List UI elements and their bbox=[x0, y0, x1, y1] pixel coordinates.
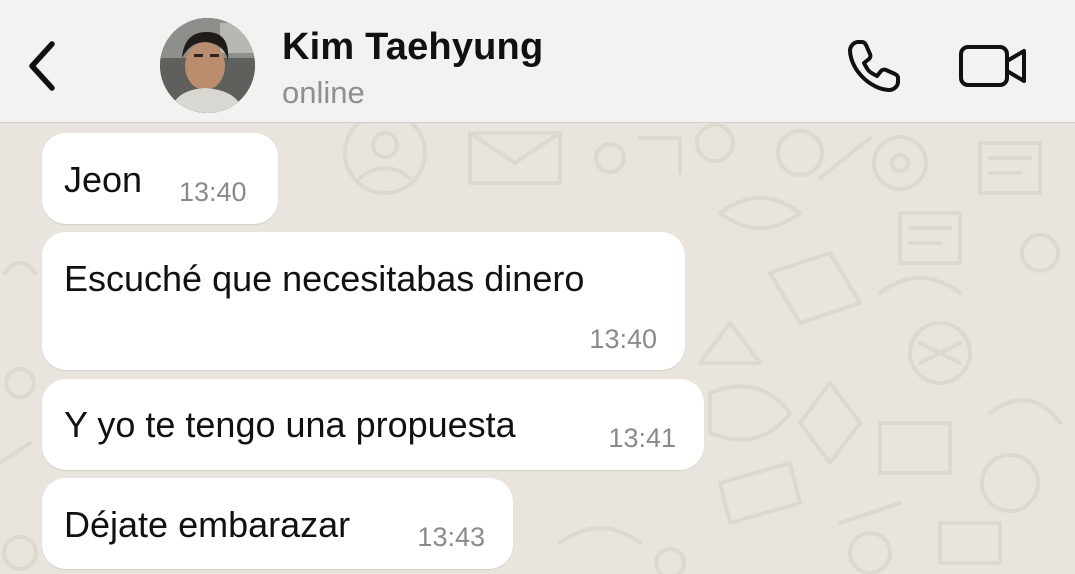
message-time: 13:43 bbox=[417, 522, 485, 552]
message-text: Jeon bbox=[64, 159, 143, 200]
message-bubble[interactable]: Escuché que necesitabas dinero 13:40 bbox=[42, 232, 685, 370]
phone-icon bbox=[848, 40, 900, 92]
message-time: 13:40 bbox=[179, 177, 247, 207]
message-bubble[interactable]: Y yo te tengo una propuesta 13:41 bbox=[42, 379, 704, 470]
chat-header: Kim Taehyung online bbox=[0, 0, 1075, 123]
voice-call-button[interactable] bbox=[842, 36, 906, 96]
message-text: Escuché que necesitabas dinero bbox=[64, 258, 585, 299]
video-call-button[interactable] bbox=[955, 36, 1031, 96]
message-time: 13:40 bbox=[589, 324, 657, 354]
avatar[interactable] bbox=[160, 18, 255, 113]
message-text: Déjate embarazar bbox=[64, 504, 351, 545]
back-button[interactable] bbox=[20, 36, 64, 96]
message-bubble[interactable]: Déjate embarazar 13:43 bbox=[42, 478, 513, 569]
chat-area[interactable]: Jeon 13:40 Escuché que necesitabas diner… bbox=[0, 123, 1075, 574]
message-bubble[interactable]: Jeon 13:40 bbox=[42, 133, 278, 224]
contact-status: online bbox=[282, 75, 365, 110]
chevron-left-icon bbox=[29, 41, 55, 91]
message-time: 13:41 bbox=[608, 423, 676, 453]
contact-name[interactable]: Kim Taehyung bbox=[282, 26, 543, 69]
message-text: Y yo te tengo una propuesta bbox=[64, 404, 516, 445]
video-camera-icon bbox=[959, 45, 1026, 87]
